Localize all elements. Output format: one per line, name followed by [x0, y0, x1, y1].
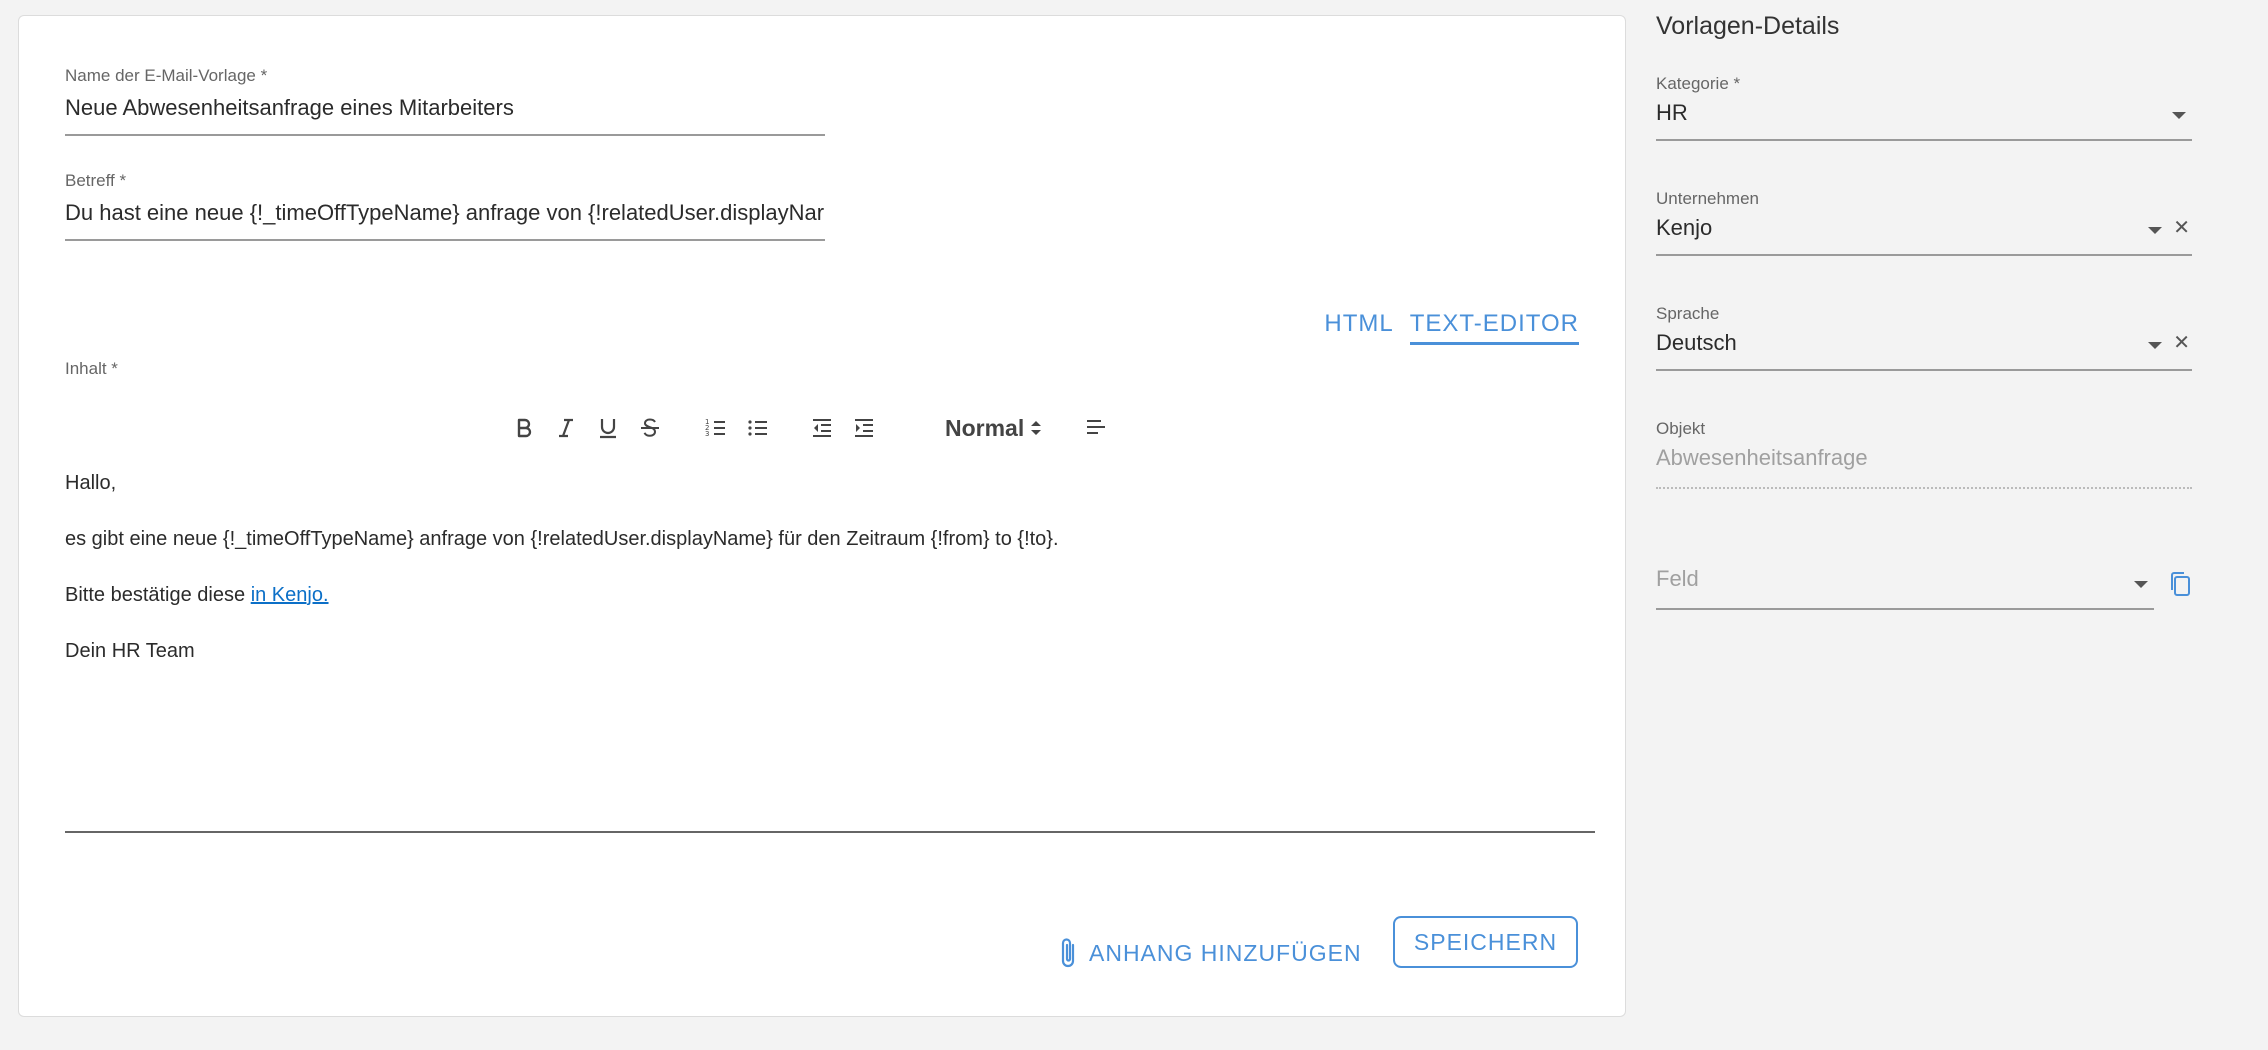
- template-name-field[interactable]: Name der E-Mail-Vorlage * Neue Abwesenhe…: [65, 66, 825, 152]
- language-label: Sprache: [1656, 304, 1720, 323]
- ordered-list-icon[interactable]: 123: [701, 410, 731, 446]
- subject-input[interactable]: Du hast eine neue {!_timeOffTypeName} an…: [65, 200, 825, 226]
- category-value: HR: [1656, 100, 1688, 125]
- language-value: Deutsch: [1656, 330, 1737, 355]
- bold-icon[interactable]: [509, 410, 539, 446]
- template-name-label: Name der E-Mail-Vorlage *: [65, 66, 268, 85]
- field-underline: [1656, 608, 2154, 610]
- template-editor-card: Name der E-Mail-Vorlage * Neue Abwesenhe…: [18, 15, 1626, 1017]
- editor-line-greeting: Hallo,: [65, 472, 117, 494]
- editor-mode-switch: HTML TEXT-EDITOR: [1324, 310, 1579, 345]
- editor-line-signature: Dein HR Team: [65, 640, 195, 662]
- content-label: Inhalt *: [65, 359, 118, 378]
- kenjo-link[interactable]: in Kenjo.: [251, 584, 329, 606]
- field-select[interactable]: Feld: [1656, 566, 2154, 610]
- language-select[interactable]: Sprache Deutsch ✕: [1656, 304, 2192, 374]
- align-icon[interactable]: [1081, 410, 1111, 446]
- save-button[interactable]: SPEICHERN: [1393, 916, 1578, 968]
- outdent-icon[interactable]: [807, 410, 837, 446]
- sort-caret-icon: [1031, 421, 1042, 435]
- company-select[interactable]: Unternehmen Kenjo ✕: [1656, 189, 2192, 259]
- field-dropdown-icon[interactable]: [2134, 581, 2148, 588]
- object-field: Objekt Abwesenheitsanfrage: [1656, 419, 2192, 491]
- heading-select[interactable]: Normal: [945, 410, 1042, 446]
- paperclip-icon: [1061, 938, 1075, 968]
- language-clear-icon[interactable]: ✕: [2173, 333, 2190, 353]
- copy-icon[interactable]: [2168, 570, 2192, 598]
- object-label: Objekt: [1656, 419, 1706, 438]
- attach-button-label: ANHANG HINZUFÜGEN: [1089, 939, 1362, 966]
- category-underline: [1656, 139, 2192, 141]
- subject-underline: [65, 239, 825, 241]
- svg-text:3: 3: [705, 430, 709, 438]
- field-select-placeholder: Feld: [1656, 566, 1699, 591]
- indent-icon[interactable]: [849, 410, 879, 446]
- bullet-list-icon[interactable]: [743, 410, 773, 446]
- language-underline: [1656, 369, 2192, 371]
- object-value: Abwesenheitsanfrage: [1656, 445, 1868, 470]
- company-dropdown-icon[interactable]: [2148, 227, 2162, 234]
- italic-icon[interactable]: [551, 410, 581, 446]
- editor-line-body: es gibt eine neue {!_timeOffTypeName} an…: [65, 528, 1059, 550]
- company-clear-icon[interactable]: ✕: [2173, 218, 2190, 238]
- template-name-input[interactable]: Neue Abwesenheitsanfrage eines Mitarbeit…: [65, 95, 825, 121]
- editor-content[interactable]: Hallo, es gibt eine neue {!_timeOffTypeN…: [65, 471, 1595, 695]
- company-value: Kenjo: [1656, 215, 1713, 240]
- subject-label: Betreff *: [65, 171, 127, 190]
- language-dropdown-icon[interactable]: [2148, 342, 2162, 349]
- category-label: Kategorie *: [1656, 74, 1741, 93]
- strikethrough-icon[interactable]: [635, 410, 665, 446]
- underline-icon[interactable]: [593, 410, 623, 446]
- text-editor-mode-tab[interactable]: TEXT-EDITOR: [1409, 310, 1579, 345]
- editor-line-confirm: Bitte bestätige diese in Kenjo.: [65, 583, 1595, 607]
- company-underline: [1656, 254, 2192, 256]
- editor-toolbar: 123 Normal: [19, 410, 1625, 446]
- category-dropdown-icon[interactable]: [2172, 112, 2186, 119]
- editor-line-confirm-text: Bitte bestätige diese: [65, 584, 251, 606]
- template-name-underline: [65, 134, 825, 136]
- sidebar-title: Vorlagen-Details: [1656, 12, 1840, 40]
- object-underline: [1656, 487, 2192, 489]
- subject-field[interactable]: Betreff * Du hast eine neue {!_timeOffTy…: [65, 171, 825, 257]
- attach-button[interactable]: ANHANG HINZUFÜGEN: [1059, 936, 1362, 970]
- heading-select-value: Normal: [945, 414, 1025, 441]
- editor-bottom-line: [65, 831, 1595, 833]
- html-mode-tab[interactable]: HTML: [1324, 310, 1393, 345]
- category-select[interactable]: Kategorie * HR: [1656, 74, 2192, 144]
- company-label: Unternehmen: [1656, 189, 1760, 208]
